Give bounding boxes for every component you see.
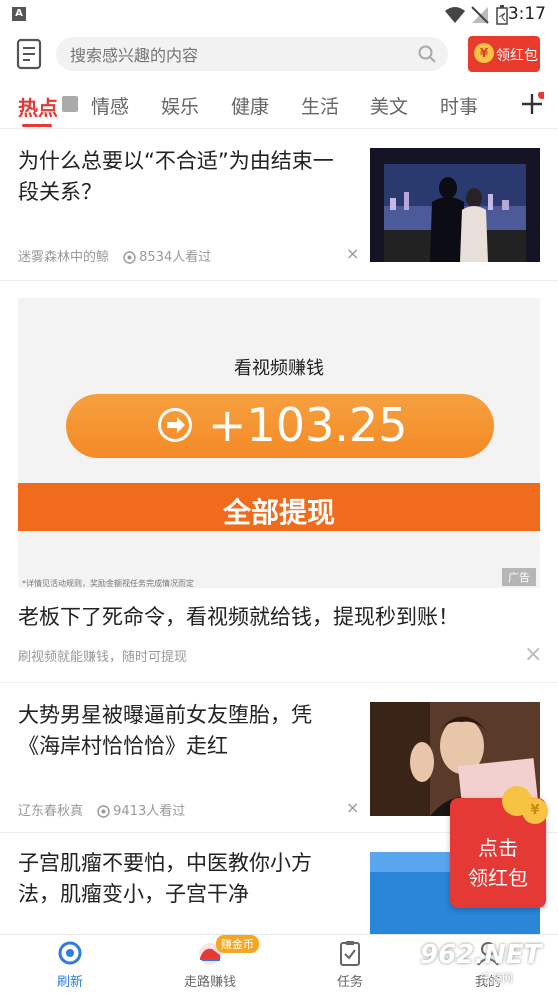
ad-amount: +103.25: [208, 398, 408, 452]
views-icon: [97, 805, 110, 818]
floating-red-packet[interactable]: ¥ 点击 领红包: [450, 758, 548, 908]
tab-entertainment[interactable]: 娱乐: [161, 92, 199, 119]
search-icon[interactable]: [418, 45, 436, 63]
views-icon: [123, 251, 136, 264]
nav-label: 刷新: [56, 975, 83, 990]
tab-life[interactable]: 生活: [301, 92, 339, 119]
dismiss-button[interactable]: ×: [346, 244, 359, 263]
site-watermark-sub: 乐游网: [480, 972, 513, 985]
nav-refresh[interactable]: 刷新: [0, 935, 140, 994]
nav-label: 走路赚钱: [183, 975, 236, 990]
clipboard-check-icon: [340, 941, 360, 966]
dismiss-ad-button[interactable]: ×: [524, 642, 542, 667]
article-title-line[interactable]: 大势男星被曝逼前女友堕胎，凭: [18, 700, 312, 731]
view-count: 9413人看过: [113, 804, 186, 819]
category-tabs: 热点 情感 娱乐 健康 生活 美文 时事: [0, 82, 558, 129]
dismiss-button[interactable]: ×: [346, 798, 359, 817]
signal-icon: [471, 6, 489, 24]
feed-item[interactable]: 为什么总要以“不合适”为由结束一 段关系？ 迷雾森林中的鲸 8534人看过 ×: [0, 130, 558, 281]
battery-icon: [496, 5, 508, 25]
header: ¥ 领红包: [0, 30, 558, 80]
red-packet-label: 领红包: [496, 48, 538, 64]
article-title-line[interactable]: 《海岸村恰恰恰》走红: [18, 731, 228, 762]
tab-essay[interactable]: 美文: [370, 92, 408, 119]
tab-current-affairs[interactable]: 时事: [440, 92, 478, 119]
article-title-line[interactable]: 法，肌瘤变小，子宫干净: [18, 879, 249, 910]
ad-withdraw-bar: 全部提现: [18, 483, 540, 531]
tab-emotion[interactable]: 情感: [91, 92, 129, 119]
get-red-packet-button[interactable]: ¥ 领红包: [468, 36, 540, 72]
tab-health[interactable]: 健康: [231, 92, 269, 119]
ad-title[interactable]: 老板下了死命令，看视频就给钱，提现秒到账！: [18, 602, 459, 633]
article-source: 迷雾森林中的鲸: [18, 250, 110, 265]
nav-tasks[interactable]: 任务: [280, 935, 420, 994]
article-title-line[interactable]: 为什么总要以“不合适”为由结束一: [18, 146, 334, 177]
ad-amount-pill: +103.25: [66, 394, 494, 458]
refresh-icon: [58, 941, 82, 965]
view-count: 8534人看过: [139, 250, 212, 265]
add-channel-icon[interactable]: [520, 92, 544, 116]
nav-walk-earn[interactable]: 赚金币 走路赚钱: [140, 935, 280, 994]
ad-subtitle: 刷视频就能赚钱，随时可提现: [18, 650, 188, 665]
tab-hot[interactable]: 热点: [18, 92, 58, 121]
article-source: 辽东春秋真: [18, 804, 84, 819]
active-tab-indicator: [22, 124, 52, 127]
gold-coin-icon: ¥: [522, 798, 548, 824]
article-thumbnail[interactable]: [370, 148, 540, 262]
article-meta: 迷雾森林中的鲸 8534人看过: [18, 246, 211, 265]
sim-indicator: A: [12, 7, 26, 21]
search-box[interactable]: [56, 37, 448, 73]
earn-coins-badge: 赚金币: [216, 935, 259, 953]
search-input[interactable]: [68, 37, 412, 73]
float-redpack-line2: 领红包: [468, 866, 528, 890]
document-menu-icon[interactable]: [16, 38, 44, 70]
article-title-line[interactable]: 段关系？: [18, 177, 102, 208]
float-redpack-line1: 点击: [478, 836, 518, 860]
nav-label: 任务: [336, 975, 363, 990]
article-title-line[interactable]: 子宫肌瘤不要怕，中医教你小方: [18, 848, 312, 879]
article-meta: 辽东春秋真 9413人看过: [18, 800, 185, 819]
ad-tag: 广告: [502, 568, 536, 586]
ad-banner[interactable]: 看视频赚钱 +103.25 全部提现 *详情见活动规则，奖励金额视任务完成情况而…: [18, 298, 540, 588]
wifi-icon: [445, 7, 465, 23]
coin-icon: ¥: [474, 43, 494, 63]
status-bar: A 3:17: [0, 0, 558, 30]
arrow-right-icon: [158, 408, 192, 442]
ad-fine-print: *详情见活动规则，奖励金额视任务完成情况而定: [22, 579, 194, 588]
couple-city-night-image: [370, 148, 540, 262]
ad-withdraw-label: 全部提现: [222, 496, 335, 529]
hot-badge-icon: [62, 96, 78, 112]
site-watermark-logo: 962.NET: [420, 940, 542, 970]
ad-heading: 看视频赚钱: [234, 358, 324, 379]
clock: 3:17: [507, 4, 546, 24]
